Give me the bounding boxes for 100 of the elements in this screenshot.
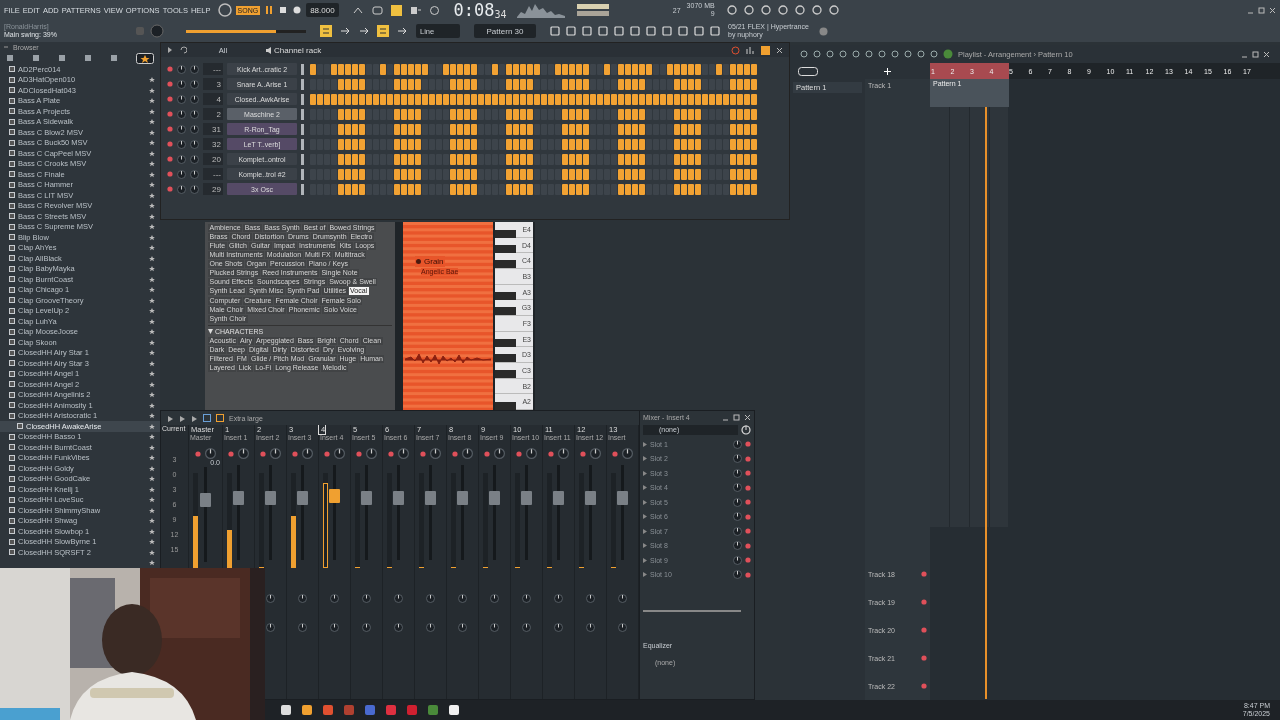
mixer-track-field[interactable]: 20 xyxy=(203,153,223,165)
knob[interactable] xyxy=(458,623,467,632)
knob[interactable] xyxy=(733,454,742,464)
piano-icon[interactable] xyxy=(761,45,770,55)
knob[interactable] xyxy=(586,623,595,632)
star-icon[interactable] xyxy=(149,423,155,430)
caret-icon[interactable] xyxy=(643,557,647,563)
led-icon[interactable] xyxy=(548,450,554,457)
knob[interactable] xyxy=(622,448,633,459)
led-icon[interactable] xyxy=(167,171,173,177)
knob[interactable] xyxy=(177,154,186,164)
star-icon[interactable] xyxy=(149,266,155,273)
knob[interactable] xyxy=(586,594,595,603)
star-icon[interactable] xyxy=(149,98,155,105)
led-icon[interactable] xyxy=(452,450,458,457)
knob[interactable] xyxy=(733,541,742,551)
knob[interactable] xyxy=(177,64,186,74)
star-icon[interactable] xyxy=(149,224,155,231)
star-icon[interactable] xyxy=(149,476,155,483)
knob[interactable] xyxy=(490,594,499,603)
led-icon[interactable] xyxy=(484,450,490,457)
knob[interactable] xyxy=(190,169,199,179)
star-icon[interactable] xyxy=(149,486,155,493)
star-icon[interactable] xyxy=(149,381,155,388)
knob[interactable] xyxy=(394,623,403,632)
knob[interactable] xyxy=(190,64,199,74)
led-icon[interactable] xyxy=(745,499,751,506)
star-icon[interactable] xyxy=(149,203,155,210)
led-icon[interactable] xyxy=(167,186,173,192)
star-icon[interactable] xyxy=(149,465,155,472)
knob[interactable] xyxy=(733,512,742,522)
knob[interactable] xyxy=(522,623,531,632)
playlist-icon[interactable] xyxy=(943,49,953,59)
led-icon[interactable] xyxy=(921,571,927,577)
star-icon[interactable] xyxy=(149,182,155,189)
knob[interactable] xyxy=(177,124,186,134)
piano-icon[interactable] xyxy=(798,66,818,76)
caret-icon[interactable] xyxy=(643,572,647,578)
star-icon[interactable] xyxy=(149,234,155,241)
knob[interactable] xyxy=(177,184,186,194)
channel-select-bar[interactable] xyxy=(301,138,304,150)
led-icon[interactable] xyxy=(745,542,751,549)
star-icon[interactable] xyxy=(149,255,155,262)
led-icon[interactable] xyxy=(356,450,362,457)
led-icon[interactable] xyxy=(260,450,266,457)
knob[interactable] xyxy=(330,623,339,632)
knob[interactable] xyxy=(733,555,742,565)
knob[interactable] xyxy=(458,594,467,603)
channel-select-bar[interactable] xyxy=(301,78,304,90)
caret-icon[interactable] xyxy=(643,514,647,520)
star-icon[interactable] xyxy=(149,371,155,378)
knob[interactable] xyxy=(298,594,307,603)
knob[interactable] xyxy=(526,448,537,459)
channel-select-bar[interactable] xyxy=(301,93,304,105)
stop-icon[interactable] xyxy=(278,5,289,15)
channel-select-bar[interactable] xyxy=(301,63,304,75)
maximize-icon[interactable] xyxy=(1258,6,1265,14)
knob[interactable] xyxy=(190,124,199,134)
led-icon[interactable] xyxy=(167,156,173,162)
star-icon[interactable] xyxy=(149,528,155,535)
star-icon[interactable] xyxy=(149,297,155,304)
star-icon[interactable] xyxy=(149,360,155,367)
star-icon[interactable] xyxy=(149,402,155,409)
knob[interactable] xyxy=(733,468,742,478)
mixer-track-field[interactable]: 4 xyxy=(203,93,223,105)
knob[interactable] xyxy=(398,448,409,459)
star-icon[interactable] xyxy=(149,339,155,346)
star-icon[interactable] xyxy=(149,413,155,420)
preset-dot-icon[interactable] xyxy=(416,259,421,264)
channel-select-bar[interactable] xyxy=(301,168,304,180)
led-icon[interactable] xyxy=(745,484,751,491)
led-icon[interactable] xyxy=(195,450,201,457)
caret-icon[interactable] xyxy=(643,485,647,491)
knob[interactable] xyxy=(190,109,199,119)
led-icon[interactable] xyxy=(745,513,751,520)
star-icon[interactable] xyxy=(149,287,155,294)
app-icon[interactable] xyxy=(448,704,460,716)
led-icon[interactable] xyxy=(167,96,173,102)
caret-icon[interactable] xyxy=(208,329,213,334)
led-icon[interactable] xyxy=(921,655,927,661)
star-icon[interactable] xyxy=(149,329,155,336)
led-icon[interactable] xyxy=(745,528,751,535)
knob[interactable] xyxy=(190,184,199,194)
knob[interactable] xyxy=(462,448,473,459)
mixer-track-field[interactable]: 29 xyxy=(203,183,223,195)
channel-select-bar[interactable] xyxy=(301,153,304,165)
led-icon[interactable] xyxy=(167,66,173,72)
swing-slider[interactable] xyxy=(186,29,306,33)
star-icon[interactable] xyxy=(149,119,155,126)
mixer-track-field[interactable]: --- xyxy=(203,168,223,180)
caret-icon[interactable] xyxy=(643,456,647,462)
knob[interactable] xyxy=(366,448,377,459)
star-icon[interactable] xyxy=(149,129,155,136)
knob[interactable] xyxy=(426,623,435,632)
star-icon[interactable] xyxy=(149,192,155,199)
star-icon[interactable] xyxy=(149,276,155,283)
knob[interactable] xyxy=(177,94,186,104)
knob[interactable] xyxy=(362,594,371,603)
channel-select-bar[interactable] xyxy=(301,108,304,120)
dial-icon[interactable] xyxy=(217,3,232,17)
